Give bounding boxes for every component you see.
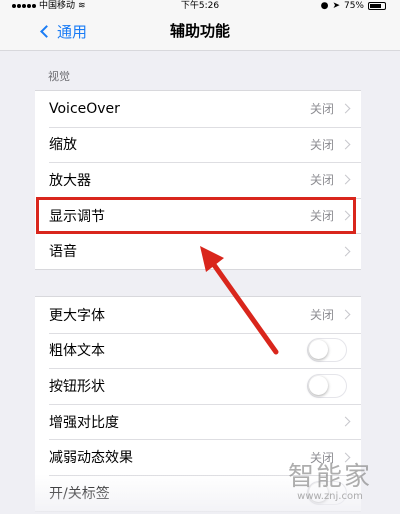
watermark-url: www.znj.com xyxy=(297,491,363,502)
row-label: 减弱动态效果 xyxy=(49,450,133,467)
row-magnifier[interactable]: 放大器 关闭 xyxy=(35,162,361,198)
row-label: 放大器 xyxy=(49,172,91,189)
row-increase-contrast[interactable]: 增强对比度 xyxy=(35,403,361,440)
section-header-vision: 视觉 xyxy=(48,70,70,83)
row-value: 关闭 xyxy=(309,173,334,188)
settings-group-vision: VoiceOver 关闭 缩放 关闭 放大器 关闭 显示调节 关闭 语音 xyxy=(35,90,361,270)
page-title: 辅助功能 xyxy=(169,22,230,40)
chevron-right-icon xyxy=(340,246,351,257)
row-button-shapes: 按钮形状 xyxy=(35,368,361,404)
status-right: ● ➤ 75% xyxy=(321,0,386,12)
row-label: 粗体文本 xyxy=(49,343,105,360)
chevron-right-icon xyxy=(340,309,351,320)
row-label: 更大字体 xyxy=(49,307,105,324)
chevron-right-icon xyxy=(340,416,351,427)
watermark-title: 智能家 xyxy=(287,462,372,492)
row-label: 缩放 xyxy=(49,137,77,154)
row-label: 增强对比度 xyxy=(49,414,119,431)
row-label: 按钮形状 xyxy=(49,378,105,395)
bold-text-toggle[interactable] xyxy=(307,338,347,363)
row-label: VoiceOver xyxy=(49,100,120,117)
row-bold-text: 粗体文本 xyxy=(35,332,361,369)
location-icon: ➤ xyxy=(332,1,340,11)
chevron-right-icon xyxy=(340,139,351,150)
row-larger-text[interactable]: 更大字体 关闭 xyxy=(35,297,361,333)
row-value: 关闭 xyxy=(309,137,334,152)
row-value: 关闭 xyxy=(309,102,334,117)
row-value: 关闭 xyxy=(309,308,334,323)
status-bar: 中国移动 ≋ 下午5:26 ● ➤ 75% xyxy=(0,0,400,12)
row-label: 语音 xyxy=(49,244,77,261)
button-shapes-toggle[interactable] xyxy=(307,373,347,398)
row-voiceover[interactable]: VoiceOver 关闭 xyxy=(35,91,361,127)
row-label: 开/关标签 xyxy=(49,485,110,502)
chevron-right-icon xyxy=(340,103,351,114)
chevron-right-icon xyxy=(340,175,351,185)
watermark-logo: 智能家 www.znj.com xyxy=(288,456,372,502)
battery-icon xyxy=(368,2,386,10)
navigation-bar: 通用 辅助功能 xyxy=(0,12,400,51)
battery-percent: 75% xyxy=(343,1,364,11)
highlight-box xyxy=(36,197,356,234)
lock-rotation-icon: ● xyxy=(320,1,329,11)
row-zoom[interactable]: 缩放 关闭 xyxy=(35,126,361,163)
row-speech[interactable]: 语音 xyxy=(35,233,361,269)
